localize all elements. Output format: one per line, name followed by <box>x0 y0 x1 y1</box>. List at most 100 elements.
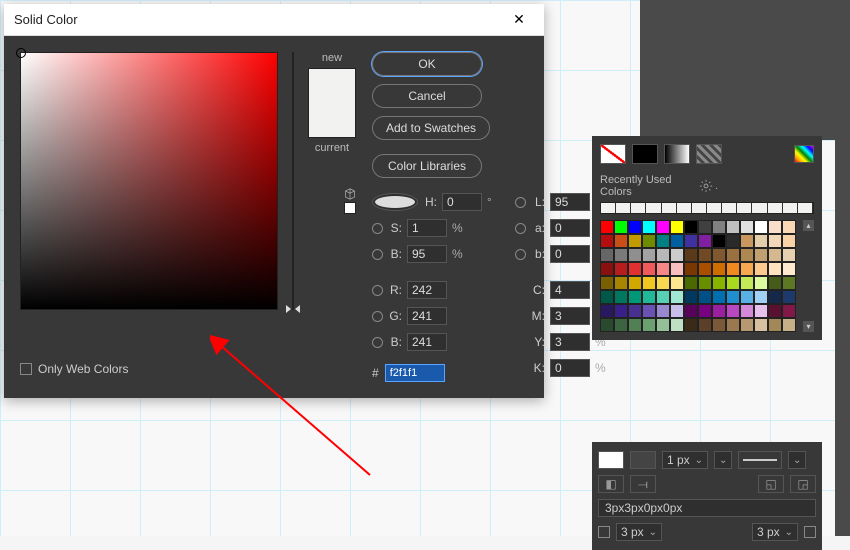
add-to-swatches-button[interactable]: Add to Swatches <box>372 116 490 140</box>
a-field[interactable] <box>550 219 590 237</box>
swatch-cell[interactable] <box>768 262 782 276</box>
swatch-cell[interactable] <box>670 220 684 234</box>
c-field[interactable] <box>550 281 590 299</box>
swatch-cell[interactable] <box>684 248 698 262</box>
radio-l[interactable] <box>515 197 526 208</box>
swatch-cell[interactable] <box>684 318 698 332</box>
swatch-cell[interactable] <box>712 276 726 290</box>
swatch-cell[interactable] <box>726 304 740 318</box>
swatch-cell[interactable] <box>642 220 656 234</box>
b-field[interactable] <box>407 245 447 263</box>
swatch-cell[interactable] <box>740 304 754 318</box>
swatch-cell[interactable] <box>656 290 670 304</box>
scroll-up-button[interactable]: ▴ <box>803 220 814 231</box>
swatch-cell[interactable] <box>642 262 656 276</box>
swatch-cell[interactable] <box>754 234 768 248</box>
swatch-cell[interactable] <box>698 220 712 234</box>
swatch-cell[interactable] <box>740 318 754 332</box>
swatch-cell[interactable] <box>614 318 628 332</box>
swatch-cell[interactable] <box>712 318 726 332</box>
swatch-cell[interactable] <box>712 290 726 304</box>
swatch-cell[interactable] <box>600 234 614 248</box>
swatch-cell[interactable] <box>670 262 684 276</box>
swatch-cell[interactable] <box>726 276 740 290</box>
swatch-cell[interactable] <box>726 220 740 234</box>
swatch-cell[interactable] <box>726 248 740 262</box>
swatch-cell[interactable] <box>754 290 768 304</box>
swatch-cell[interactable] <box>698 234 712 248</box>
swatch-cell[interactable] <box>684 234 698 248</box>
swatch-cell[interactable] <box>628 234 642 248</box>
swatch-cell[interactable] <box>726 262 740 276</box>
swatch-cell[interactable] <box>684 220 698 234</box>
swatch-cell[interactable] <box>726 290 740 304</box>
close-button[interactable]: ✕ <box>504 5 534 35</box>
swatch-cell[interactable] <box>740 248 754 262</box>
swatch-cell[interactable] <box>768 318 782 332</box>
swatch-cell[interactable] <box>628 290 642 304</box>
swatch-cell[interactable] <box>656 318 670 332</box>
corner-icon-2[interactable]: ◲ <box>790 475 816 493</box>
caps-icon[interactable]: ⟞ <box>630 475 656 493</box>
scroll-down-button[interactable]: ▾ <box>803 321 814 332</box>
corner-radius-field[interactable]: 3px3px0px0px <box>598 499 816 517</box>
swatch-cell[interactable] <box>698 276 712 290</box>
swatch-cell[interactable] <box>712 234 726 248</box>
recent-colors-row[interactable] <box>600 202 814 214</box>
swatch-cell[interactable] <box>712 304 726 318</box>
radius-link-left[interactable] <box>598 526 610 538</box>
swatch-cell[interactable] <box>712 220 726 234</box>
h-field[interactable] <box>442 193 482 211</box>
swatch-cell[interactable] <box>754 318 768 332</box>
radio-a[interactable] <box>515 223 526 234</box>
swatch-cell[interactable] <box>656 248 670 262</box>
swatch-cell[interactable] <box>642 248 656 262</box>
swatch-cell[interactable] <box>782 248 796 262</box>
swatch-cell[interactable] <box>656 220 670 234</box>
radio-b[interactable] <box>372 249 383 260</box>
swatch-cell[interactable] <box>740 262 754 276</box>
swatch-cell[interactable] <box>698 248 712 262</box>
swatch-cell[interactable] <box>782 220 796 234</box>
swatch-cell[interactable] <box>670 304 684 318</box>
swatch-cell[interactable] <box>782 234 796 248</box>
swatch-cell[interactable] <box>656 304 670 318</box>
websafe-swatch[interactable] <box>344 202 356 214</box>
swatch-cell[interactable] <box>628 276 642 290</box>
s-field[interactable] <box>407 219 447 237</box>
swatch-cell[interactable] <box>684 304 698 318</box>
fill-gradient-button[interactable] <box>664 144 690 164</box>
swatch-cell[interactable] <box>698 290 712 304</box>
spectrum-button[interactable] <box>794 145 814 163</box>
swatch-cell[interactable] <box>684 290 698 304</box>
swatch-cell[interactable] <box>684 262 698 276</box>
swatch-cell[interactable] <box>600 318 614 332</box>
swatch-cell[interactable] <box>614 220 628 234</box>
stroke-width-dropdown[interactable] <box>714 451 732 469</box>
swatch-cell[interactable] <box>614 290 628 304</box>
swatch-cell[interactable] <box>726 234 740 248</box>
radius-left[interactable]: 3 px <box>616 523 662 541</box>
radius-link-right[interactable] <box>804 526 816 538</box>
radio-s[interactable] <box>372 223 383 234</box>
swatch-cell[interactable] <box>768 248 782 262</box>
swatch-cell[interactable] <box>600 248 614 262</box>
swatch-cell[interactable] <box>600 276 614 290</box>
stroke-swatch[interactable] <box>630 451 656 469</box>
align-inside-icon[interactable]: ◧ <box>598 475 624 493</box>
swatch-cell[interactable] <box>614 276 628 290</box>
hex-field[interactable] <box>385 364 445 382</box>
swatch-cell[interactable] <box>600 220 614 234</box>
swatch-cell[interactable] <box>712 262 726 276</box>
swatch-cell[interactable] <box>740 276 754 290</box>
swatch-cell[interactable] <box>754 248 768 262</box>
swatch-cell[interactable] <box>684 276 698 290</box>
swatch-cell[interactable] <box>628 248 642 262</box>
r-field[interactable] <box>407 281 447 299</box>
stroke-width-select[interactable]: 1 px <box>662 451 708 469</box>
swatch-cell[interactable] <box>768 220 782 234</box>
swatch-cell[interactable] <box>698 318 712 332</box>
swatch-cell[interactable] <box>628 318 642 332</box>
swatch-cell[interactable] <box>614 248 628 262</box>
m-field[interactable] <box>550 307 590 325</box>
